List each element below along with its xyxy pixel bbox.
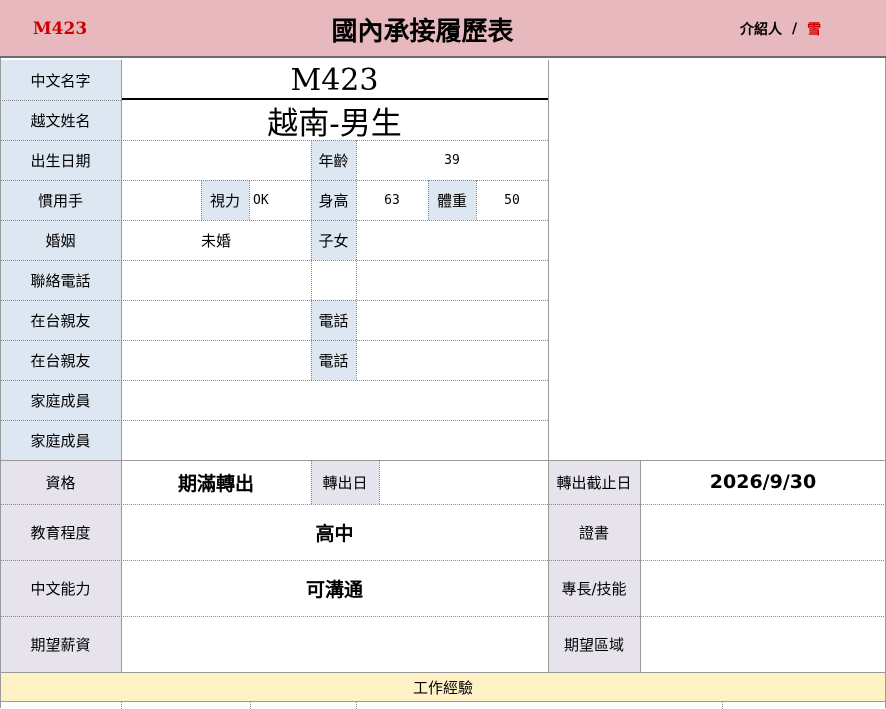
label-height: 身高 bbox=[311, 180, 356, 220]
value-height: 63 bbox=[384, 192, 400, 208]
label-phone-2: 電話 bbox=[311, 340, 356, 380]
label-relative-2: 在台親友 bbox=[0, 340, 121, 380]
referrer: 介紹人 / 雪 bbox=[740, 0, 870, 58]
value-family-1 bbox=[121, 380, 548, 420]
label-specialty: 專長/技能 bbox=[548, 560, 640, 616]
value-relative-1 bbox=[121, 300, 311, 340]
value-transfer-date bbox=[379, 460, 548, 504]
grid-line bbox=[356, 702, 357, 709]
grid-line bbox=[0, 560, 886, 561]
label-marital: 婚姻 bbox=[0, 220, 121, 260]
label-education: 教育程度 bbox=[0, 504, 121, 560]
grid-line bbox=[311, 460, 312, 504]
grid-line bbox=[121, 60, 122, 460]
grid-line bbox=[0, 504, 886, 505]
value-chinese-ability: 可溝通 bbox=[305, 578, 363, 601]
grid-line bbox=[0, 340, 548, 341]
value-relative-2 bbox=[121, 340, 311, 380]
grid-line bbox=[0, 300, 548, 301]
grid-line bbox=[356, 140, 357, 380]
value-age: 39 bbox=[444, 152, 460, 168]
value-expected-area bbox=[640, 616, 886, 672]
grid-line bbox=[640, 460, 641, 672]
grid-line bbox=[0, 180, 548, 181]
grid-line bbox=[0, 460, 886, 461]
label-qualification: 資格 bbox=[0, 460, 121, 504]
label-phone-1: 電話 bbox=[311, 300, 356, 340]
label-weight: 體重 bbox=[428, 180, 476, 220]
applicant-code: M423 bbox=[32, 19, 88, 39]
grid-line bbox=[0, 260, 548, 261]
label-expected-salary: 期望薪資 bbox=[0, 616, 121, 672]
label-transfer-deadline: 轉出截止日 bbox=[548, 460, 640, 504]
label-relative-1: 在台親友 bbox=[0, 300, 121, 340]
grid-line bbox=[0, 616, 886, 617]
label-age: 年齡 bbox=[311, 140, 356, 180]
work-experience-title: 工作經驗 bbox=[412, 678, 473, 697]
grid-line bbox=[548, 60, 549, 460]
value-children bbox=[356, 220, 548, 260]
grid-line bbox=[0, 140, 548, 141]
grid-line bbox=[0, 58, 1, 708]
grid-line bbox=[121, 702, 122, 709]
value-phone-2 bbox=[356, 340, 548, 380]
label-certificate: 證書 bbox=[548, 504, 640, 560]
work-experience-header: 工作經驗 bbox=[0, 672, 886, 702]
referrer-separator: / bbox=[792, 21, 798, 37]
value-certificate bbox=[640, 504, 886, 560]
value-family-2 bbox=[121, 420, 548, 460]
grid-line bbox=[476, 180, 477, 220]
grid-line bbox=[201, 180, 202, 220]
value-phone-1 bbox=[356, 300, 548, 340]
value-viet-name: 越南-男生 bbox=[267, 105, 402, 141]
label-handedness: 慣用手 bbox=[0, 180, 121, 220]
referrer-label: 介紹人 bbox=[740, 22, 782, 38]
value-handedness bbox=[121, 180, 201, 220]
label-transfer-date: 轉出日 bbox=[311, 460, 379, 504]
label-viet-name: 越文姓名 bbox=[0, 100, 121, 140]
label-birth-date: 出生日期 bbox=[0, 140, 121, 180]
value-eyesight: OK bbox=[253, 192, 269, 208]
grid-line bbox=[379, 460, 380, 504]
value-contact-phone bbox=[121, 260, 548, 300]
label-eyesight: 視力 bbox=[201, 180, 249, 220]
grid-line bbox=[0, 220, 548, 221]
value-expected-salary bbox=[121, 616, 548, 672]
grid-line bbox=[249, 180, 250, 220]
value-chinese-name: M423 bbox=[290, 62, 379, 98]
value-birth-date bbox=[121, 140, 311, 180]
grid-line bbox=[0, 420, 548, 421]
label-chinese-name: 中文名字 bbox=[0, 60, 121, 100]
title-bar: M423 國內承接履歷表 介紹人 / 雪 bbox=[0, 0, 886, 58]
grid-line bbox=[722, 702, 723, 709]
label-family-1: 家庭成員 bbox=[0, 380, 121, 420]
grid-line bbox=[428, 180, 429, 220]
value-education: 高中 bbox=[315, 522, 354, 545]
page-title: 國內承接履歷表 bbox=[331, 16, 514, 47]
grid-line bbox=[548, 460, 549, 672]
photo-area bbox=[548, 60, 886, 460]
value-specialty bbox=[640, 560, 886, 616]
label-chinese-ability: 中文能力 bbox=[0, 560, 121, 616]
value-transfer-deadline: 2026/9/30 bbox=[709, 471, 817, 493]
label-family-2: 家庭成員 bbox=[0, 420, 121, 460]
label-contact-phone: 聯絡電話 bbox=[0, 260, 121, 300]
value-qualification: 期滿轉出 bbox=[177, 472, 254, 495]
grid-line bbox=[0, 380, 548, 381]
grid-line bbox=[311, 140, 312, 380]
label-children: 子女 bbox=[311, 220, 356, 260]
referrer-name: 雪 bbox=[807, 22, 822, 38]
label-expected-area: 期望區域 bbox=[548, 616, 640, 672]
grid-line bbox=[121, 460, 122, 672]
grid-line bbox=[0, 100, 121, 101]
grid-line bbox=[250, 702, 251, 709]
value-weight: 50 bbox=[504, 192, 520, 208]
value-marital: 未婚 bbox=[200, 231, 231, 250]
